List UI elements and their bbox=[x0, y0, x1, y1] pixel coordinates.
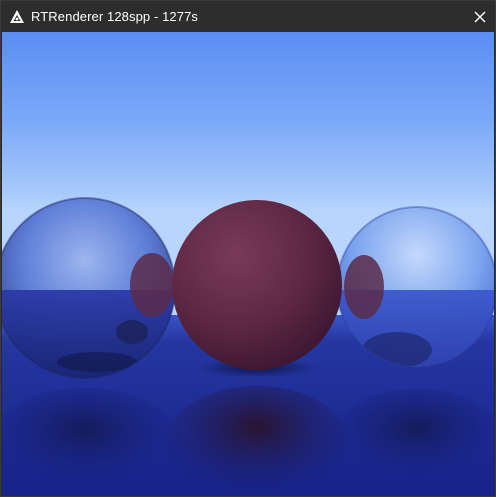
close-icon bbox=[474, 11, 486, 22]
close-button[interactable] bbox=[465, 1, 495, 32]
title-bar[interactable]: RTRenderer 128spp - 1277s bbox=[1, 1, 495, 32]
app-logo-icon bbox=[9, 9, 25, 25]
right-sphere-reflection bbox=[332, 389, 494, 485]
window-title: RTRenderer 128spp - 1277s bbox=[31, 9, 199, 24]
rendered-scene bbox=[2, 32, 494, 496]
center-diffuse-sphere bbox=[172, 200, 342, 370]
render-viewport bbox=[2, 32, 494, 496]
app-window: RTRenderer 128spp - 1277s bbox=[0, 0, 496, 497]
